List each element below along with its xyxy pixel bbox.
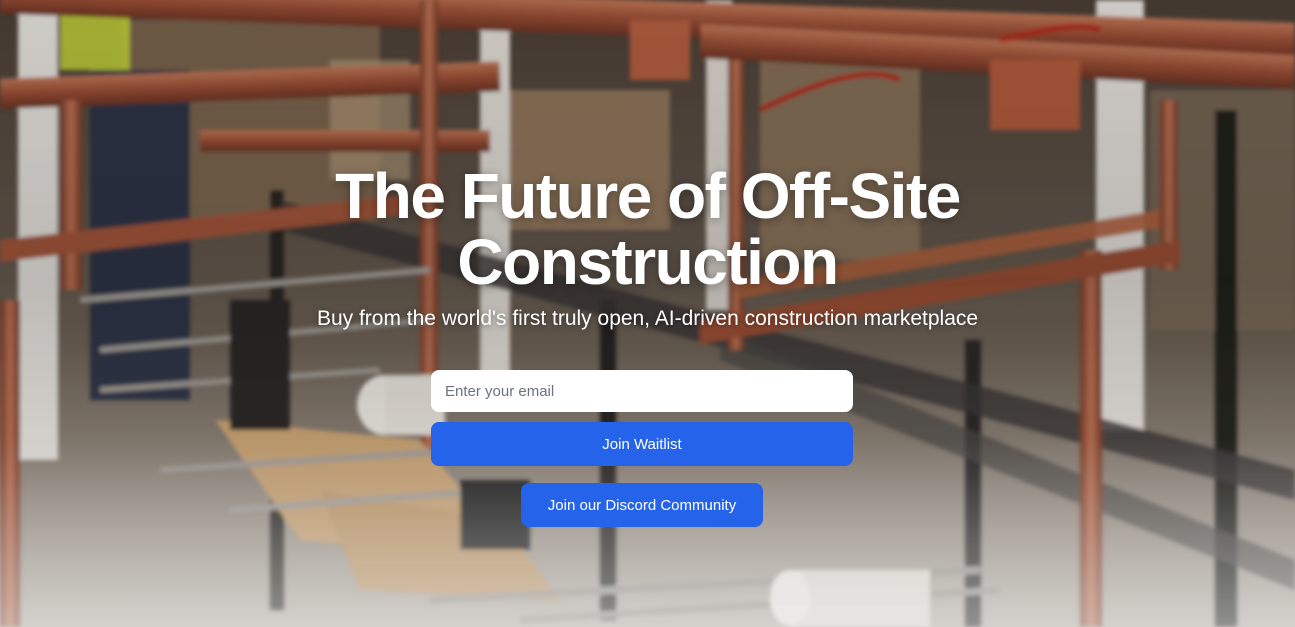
hero-title: The Future of Off-Site Construction bbox=[0, 163, 1295, 295]
hero-section: The Future of Off-Site Construction Buy … bbox=[0, 0, 1295, 627]
join-discord-button[interactable]: Join our Discord Community bbox=[521, 483, 763, 527]
hero-subtitle: Buy from the world's first truly open, A… bbox=[316, 307, 979, 330]
join-waitlist-button[interactable]: Join Waitlist bbox=[431, 422, 853, 466]
hero-title-line1: The Future of Off-Site bbox=[335, 160, 961, 232]
email-input[interactable] bbox=[431, 370, 853, 412]
hero-title-line2: Construction bbox=[457, 226, 839, 298]
